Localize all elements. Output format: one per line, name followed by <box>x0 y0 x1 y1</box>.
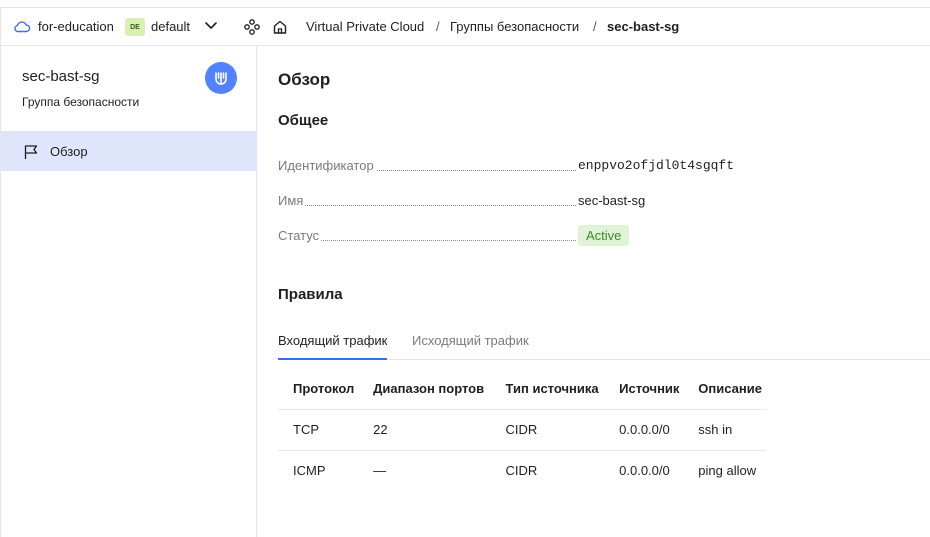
resource-name-value: sec-bast-sg <box>578 193 646 208</box>
cell-source-type: CIDR <box>490 408 605 450</box>
breadcrumb-vpc[interactable]: Virtual Private Cloud <box>306 19 424 34</box>
resource-id-value: enppvo2ofjdl0t4sgqft <box>578 158 735 173</box>
rules-tabs: Входящий трафик Исходящий трафик <box>278 326 930 360</box>
column-header: Описание <box>698 380 762 396</box>
folder-badge: DE <box>125 18 145 36</box>
cell-description: ssh in <box>683 408 766 450</box>
rules-table: Протокол Диапазон портов Тип источника И… <box>278 368 766 491</box>
cloud-icon[interactable] <box>13 19 31 33</box>
property-label: Статус <box>278 228 322 243</box>
cloud-selector[interactable]: for-education <box>38 19 114 34</box>
section-title-general: Общее <box>278 112 329 129</box>
table-row[interactable]: TCP 22 CIDR 0.0.0.0/0 ssh in <box>278 408 766 450</box>
sidebar-item-label: Обзор <box>50 144 88 159</box>
sidebar: sec-bast-sg Группа безопасности Обзор <box>1 46 257 537</box>
cell-source: 0.0.0.0/0 <box>604 449 684 491</box>
section-title-rules: Правила <box>278 286 343 303</box>
table-row[interactable]: ICMP — CIDR 0.0.0.0/0 ping allow <box>278 449 766 491</box>
table-header-row: Протокол Диапазон портов Тип источника И… <box>278 368 766 409</box>
page-title: Обзор <box>278 70 331 89</box>
breadcrumb-security-groups[interactable]: Группы безопасности <box>450 19 579 34</box>
cell-protocol: TCP <box>278 408 359 450</box>
flag-icon <box>24 145 38 159</box>
breadcrumb-current: sec-bast-sg <box>607 19 680 34</box>
status-badge: Active <box>578 225 630 246</box>
property-row-status: Статус Active <box>278 225 738 246</box>
dotted-leader <box>278 240 576 241</box>
services-icon[interactable] <box>244 19 260 35</box>
cell-protocol: ICMP <box>278 449 359 491</box>
property-row-name: Имя sec-bast-sg <box>278 191 738 211</box>
chevron-down-icon[interactable] <box>204 21 218 31</box>
tab-egress[interactable]: Исходящий трафик <box>412 333 529 360</box>
top-bar: for-education DE default Virtual Private… <box>1 8 930 46</box>
cell-source-type: CIDR <box>490 449 605 491</box>
property-row-id: Идентификатор enppvo2ofjdl0t4sgqft <box>278 156 738 176</box>
folder-selector[interactable]: default <box>151 19 190 34</box>
property-label: Идентификатор <box>278 158 376 173</box>
dotted-leader <box>278 205 576 206</box>
breadcrumb-separator: / <box>593 19 597 34</box>
home-icon[interactable] <box>272 19 288 35</box>
main-content: Обзор Общее Идентификатор enppvo2ofjdl0t… <box>278 46 930 537</box>
vpc-icon <box>205 62 237 94</box>
cell-description: ping allow <box>683 449 766 491</box>
resource-title: sec-bast-sg <box>22 68 100 85</box>
resource-type: Группа безопасности <box>22 95 140 109</box>
cell-port-range: 22 <box>358 408 491 450</box>
column-header: Диапазон портов <box>373 380 485 396</box>
column-header: Источник <box>619 380 680 396</box>
tab-ingress[interactable]: Входящий трафик <box>278 333 388 360</box>
console-window: for-education DE default Virtual Private… <box>0 7 930 537</box>
breadcrumb-separator: / <box>436 19 440 34</box>
property-label: Имя <box>278 193 306 208</box>
sidebar-item-overview[interactable]: Обзор <box>1 131 257 171</box>
column-header: Протокол <box>293 380 355 396</box>
cell-port-range: — <box>358 449 491 491</box>
column-header: Тип источника <box>505 380 599 396</box>
cell-source: 0.0.0.0/0 <box>604 408 684 450</box>
